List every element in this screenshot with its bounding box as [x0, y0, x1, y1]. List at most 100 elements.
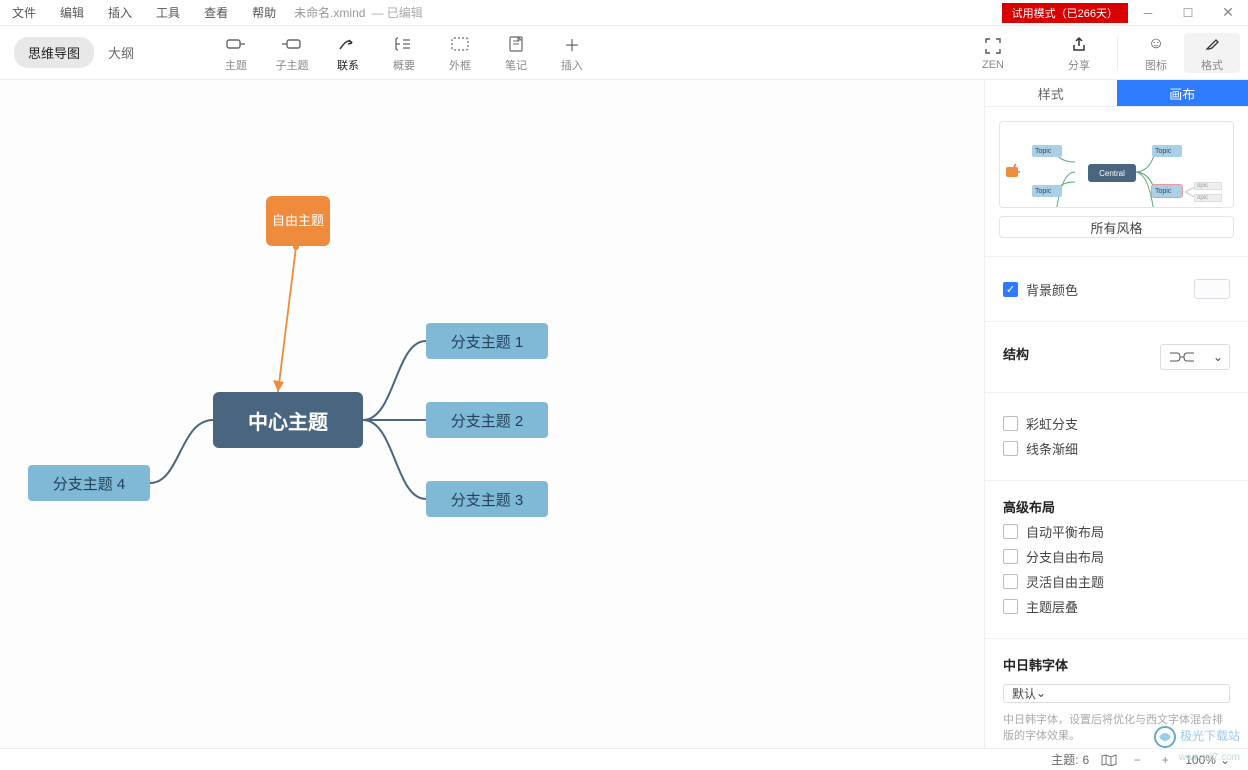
free-topic-node[interactable]: 自由主题 [266, 196, 330, 246]
zen-icon [985, 35, 1001, 57]
tool-summary[interactable]: 概要 [376, 33, 432, 73]
file-name: 未命名.xmind [294, 4, 365, 21]
tool-share-label: 分享 [1068, 57, 1090, 73]
zoom-out-button[interactable]: − [1129, 753, 1145, 767]
bg-color-checkbox[interactable]: ✓ [1003, 282, 1018, 297]
window-minimize[interactable]: ─ [1128, 6, 1168, 20]
menu-help[interactable]: 帮助 [240, 4, 288, 21]
preview-sub-1: opic [1194, 182, 1222, 190]
tool-insert-label: 插入 [561, 57, 583, 73]
trial-banner: 试用模式（已266天） [1002, 3, 1128, 23]
window-close[interactable]: ✕ [1208, 4, 1248, 21]
tool-relation-label: 联系 [337, 57, 359, 73]
brush-icon [1204, 33, 1220, 55]
preview-topic-2: Topic [1032, 185, 1062, 197]
tool-subtopic-label: 子主题 [276, 57, 309, 73]
tool-icons[interactable]: ☺ 图标 [1128, 33, 1184, 73]
tool-subtopic[interactable]: 子主题 [264, 33, 320, 73]
rainbow-checkbox[interactable] [1003, 416, 1018, 431]
map-icon [1101, 754, 1117, 766]
preview-topic-1: Topic [1032, 145, 1062, 157]
tool-boundary[interactable]: 外框 [432, 33, 488, 73]
structure-icon [1167, 350, 1197, 364]
bg-color-swatch[interactable] [1194, 279, 1230, 299]
tool-summary-label: 概要 [393, 57, 415, 73]
tool-topic[interactable]: 主题 [208, 33, 264, 73]
sidebar-tab-style[interactable]: 样式 [985, 80, 1117, 106]
branch-node-4[interactable]: 分支主题 4 [28, 465, 150, 501]
chevron-down-icon: ⌄ [1213, 350, 1223, 364]
tool-share[interactable]: 分享 [1051, 33, 1107, 73]
zoom-in-button[interactable]: + [1157, 753, 1173, 767]
preview-topic-5: Topic [1152, 185, 1182, 197]
sidebar-tab-canvas[interactable]: 画布 [1117, 80, 1248, 106]
statusbar: 主题: 6 − + 100% ⌄ [0, 748, 1248, 770]
zoom-level[interactable]: 100% ⌄ [1185, 753, 1230, 767]
tool-note[interactable]: 笔记 [488, 33, 544, 73]
tool-note-label: 笔记 [505, 57, 527, 73]
menu-tools[interactable]: 工具 [144, 4, 192, 21]
branch-free-label: 分支自由布局 [1026, 547, 1104, 566]
preview-sub-2: opic [1194, 194, 1222, 202]
preview-free-icon [1006, 167, 1018, 177]
file-status: — 已编辑 [371, 4, 422, 21]
preview-topic-4: Topic [1152, 145, 1182, 157]
summary-icon [395, 33, 413, 55]
advanced-layout-title: 高级布局 [1003, 497, 1230, 516]
subtopic-icon [281, 33, 303, 55]
bg-color-label: 背景颜色 [1026, 280, 1194, 299]
relation-icon [338, 33, 358, 55]
tool-zen[interactable]: ZEN [965, 35, 1021, 71]
cjk-font-hint: 中日韩字体，设置后将优化与西文字体混合排版的字体效果。 [1003, 713, 1230, 744]
overlap-label: 主题层叠 [1026, 597, 1078, 616]
format-sidebar: 样式 画布 Topic Topic Topic Central Topic To… [984, 80, 1248, 748]
central-topic-node[interactable]: 中心主题 [213, 392, 363, 448]
branch-node-2[interactable]: 分支主题 2 [426, 402, 548, 438]
share-icon [1071, 33, 1087, 55]
cjk-font-select[interactable]: 默认 ⌄ [1003, 684, 1230, 704]
window-maximize[interactable]: ☐ [1168, 6, 1208, 20]
chevron-down-icon: ⌄ [1036, 686, 1046, 700]
preview-central: Central [1088, 164, 1136, 182]
menu-view[interactable]: 查看 [192, 4, 240, 21]
note-icon [508, 33, 524, 55]
minimap-toggle[interactable] [1101, 754, 1117, 766]
branch-free-checkbox[interactable] [1003, 549, 1018, 564]
menu-edit[interactable]: 编辑 [48, 4, 96, 21]
auto-balance-checkbox[interactable] [1003, 524, 1018, 539]
overlap-checkbox[interactable] [1003, 599, 1018, 614]
structure-title: 结构 [1003, 344, 1160, 363]
chevron-down-icon: ⌄ [1220, 753, 1230, 767]
auto-balance-label: 自动平衡布局 [1026, 522, 1104, 541]
structure-select[interactable]: ⌄ [1160, 344, 1230, 370]
insert-icon: ＋ [564, 33, 580, 55]
flex-topic-label: 灵活自由主题 [1026, 572, 1104, 591]
theme-preview[interactable]: Topic Topic Topic Central Topic Topic To… [999, 121, 1234, 208]
tab-mindmap[interactable]: 思维导图 [14, 37, 94, 68]
tab-outline[interactable]: 大纲 [94, 37, 148, 68]
topic-icon [226, 33, 246, 55]
tool-format-label: 格式 [1201, 57, 1223, 73]
all-styles-button[interactable]: 所有风格 [999, 216, 1234, 238]
tapered-checkbox[interactable] [1003, 441, 1018, 456]
menu-file[interactable]: 文件 [0, 4, 48, 21]
tool-icons-label: 图标 [1145, 57, 1167, 73]
branch-node-1[interactable]: 分支主题 1 [426, 323, 548, 359]
boundary-icon [451, 33, 469, 55]
topic-count: 主题: 6 [1051, 751, 1089, 768]
flex-topic-checkbox[interactable] [1003, 574, 1018, 589]
smiley-icon: ☺ [1148, 33, 1164, 55]
tool-insert[interactable]: ＋ 插入 [544, 33, 600, 73]
menubar: 文件 编辑 插入 工具 查看 帮助 未命名.xmind — 已编辑 试用模式（已… [0, 0, 1248, 26]
tapered-label: 线条渐细 [1026, 439, 1078, 458]
tool-zen-label: ZEN [982, 59, 1004, 71]
rainbow-label: 彩虹分支 [1026, 414, 1078, 433]
menu-insert[interactable]: 插入 [96, 4, 144, 21]
tool-format[interactable]: 格式 [1184, 33, 1240, 73]
mindmap-canvas[interactable]: 自由主题 中心主题 分支主题 1 分支主题 2 分支主题 3 分支主题 4 [0, 80, 984, 748]
branch-node-3[interactable]: 分支主题 3 [426, 481, 548, 517]
tool-topic-label: 主题 [225, 57, 247, 73]
toolbar: 思维导图 大纲 主题 子主题 联系 概要 外框 笔记 ＋ 插入 [0, 26, 1248, 80]
tool-boundary-label: 外框 [449, 57, 471, 73]
tool-relation[interactable]: 联系 [320, 33, 376, 73]
